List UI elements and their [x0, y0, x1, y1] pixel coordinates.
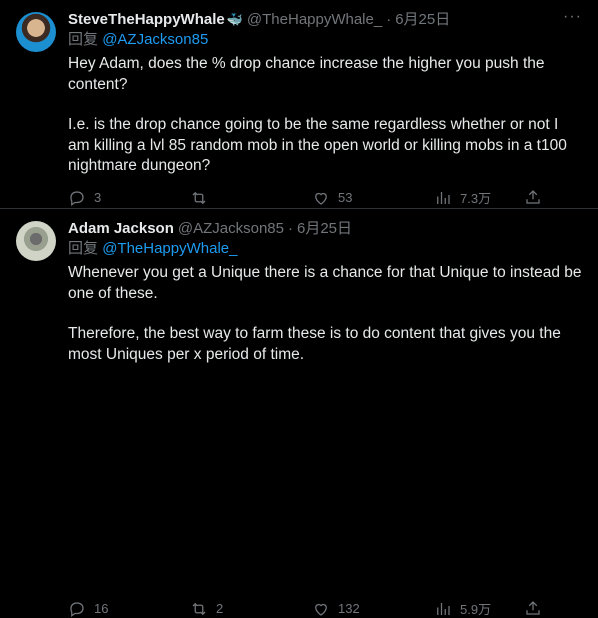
views-icon [437, 602, 450, 615]
tweet-header: Adam Jackson @AZJackson85 · 6月25日 [68, 219, 584, 239]
reply-icon [70, 190, 84, 206]
paragraph: Hey Adam, does the % drop chance increas… [68, 55, 545, 93]
reply-label: 回复 [68, 31, 99, 48]
tweet-text: Whenever you get a Unique there is a cha… [68, 263, 584, 365]
tweet-text: Hey Adam, does the % drop chance increas… [68, 54, 584, 177]
retweet-button[interactable] [190, 188, 250, 207]
separator: · [386, 11, 392, 28]
reply-count: 16 [94, 601, 109, 616]
like-count: 132 [338, 601, 360, 616]
tweet-header: SteveTheHappyWhale 🐳 @TheHappyWhale_ · 6… [68, 10, 584, 30]
action-bar: 3 53 7.3万 [68, 188, 584, 207]
author-handle[interactable]: @TheHappyWhale_ [247, 10, 382, 30]
author-name[interactable]: SteveTheHappyWhale [68, 10, 225, 30]
tweet-content: Adam Jackson @AZJackson85 · 6月25日 回复 @Th… [68, 219, 584, 365]
retweet-icon [192, 191, 206, 204]
reply-icon [70, 601, 84, 617]
views-button[interactable]: 5.9万 [434, 599, 494, 618]
retweet-button[interactable]: 2 [190, 599, 250, 618]
whale-emoji-icon: 🐳 [226, 12, 243, 27]
mention-link[interactable]: @TheHappyWhale_ [102, 240, 237, 257]
reply-label: 回复 [68, 240, 99, 257]
paragraph: Whenever you get a Unique there is a cha… [68, 264, 582, 302]
replying-to: 回复 @TheHappyWhale_ [68, 239, 584, 259]
views-count: 7.3万 [460, 191, 492, 206]
retweet-count: 2 [216, 601, 224, 616]
tweet-content: SteveTheHappyWhale 🐳 @TheHappyWhale_ · 6… [68, 10, 584, 177]
like-icon [315, 192, 327, 205]
paragraph: I.e. is the drop chance going to be the … [68, 116, 567, 174]
views-button[interactable]: 7.3万 [434, 188, 494, 207]
share-button[interactable] [524, 599, 584, 617]
mention-link[interactable]: @AZJackson85 [102, 31, 208, 48]
action-bar: 16 2 132 5.9万 [68, 599, 584, 618]
like-button[interactable]: 53 [312, 188, 372, 207]
views-count: 5.9万 [460, 602, 492, 617]
tweet[interactable]: Adam Jackson @AZJackson85 · 6月25日 回复 @Th… [0, 208, 598, 617]
share-button[interactable] [524, 188, 584, 206]
reply-button[interactable]: 3 [68, 188, 128, 207]
tweet-date[interactable]: 6月25日 [395, 10, 450, 30]
like-button[interactable]: 132 [312, 599, 372, 618]
avatar[interactable] [16, 12, 56, 52]
separator: · [288, 220, 293, 237]
share-icon [526, 190, 540, 204]
paragraph: Therefore, the best way to farm these is… [68, 325, 561, 363]
replying-to: 回复 @AZJackson85 [68, 30, 584, 50]
reply-count: 3 [94, 190, 102, 205]
views-icon [437, 191, 450, 204]
like-icon [315, 603, 327, 616]
author-name[interactable]: Adam Jackson [68, 219, 174, 239]
tweet[interactable]: ··· SteveTheHappyWhale 🐳 @TheHappyWhale_… [0, 0, 598, 208]
avatar[interactable] [16, 221, 56, 261]
reply-button[interactable]: 16 [68, 599, 128, 618]
tweet-date[interactable]: 6月25日 [297, 219, 352, 239]
author-handle[interactable]: @AZJackson85 [178, 219, 284, 239]
retweet-icon [192, 602, 206, 615]
share-icon [526, 601, 540, 615]
like-count: 53 [338, 190, 353, 205]
